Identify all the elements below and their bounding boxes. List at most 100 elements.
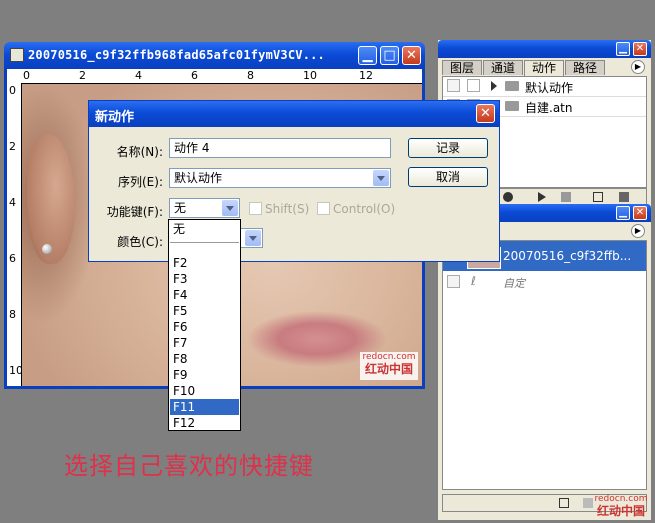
expand-triangle-icon[interactable] — [491, 81, 497, 91]
action-set-label: 默认动作 — [525, 81, 574, 95]
list-item[interactable]: 默认动作 — [443, 77, 646, 97]
vertical-ruler[interactable]: 0 2 4 6 8 10 — [7, 83, 23, 386]
ear-region — [27, 134, 75, 264]
set-select[interactable]: 默认动作 — [169, 168, 391, 188]
minimize-icon: ▁ — [619, 207, 627, 218]
dropdown-option-selected[interactable]: F11 — [170, 399, 239, 415]
panel-close-button[interactable]: ✕ — [633, 206, 647, 220]
dialog-close-button[interactable]: ✕ — [476, 104, 495, 123]
lasso-icon: ℓ — [471, 274, 476, 288]
dropdown-option[interactable]: F2 — [170, 255, 239, 271]
new-action-icon[interactable] — [593, 192, 603, 202]
tab-channels[interactable]: 通道 — [483, 60, 523, 75]
new-set-icon[interactable] — [561, 192, 571, 202]
minimize-button[interactable]: ▁ — [358, 46, 377, 65]
dropdown-option[interactable]: F12 — [170, 415, 239, 431]
tab-actions[interactable]: 动作 — [524, 60, 564, 76]
folder-icon — [505, 81, 519, 91]
dropdown-option[interactable]: F7 — [170, 335, 239, 351]
function-key-select[interactable]: 无 — [169, 198, 240, 218]
chevron-down-icon[interactable] — [222, 200, 238, 216]
document-title: 20070516_c9f32ffb968fad65afc01fymV3CV... — [28, 48, 325, 62]
watermark-name: 红动中国 — [364, 362, 413, 376]
ruler-tick-label: 6 — [191, 69, 198, 82]
panel-tabs: 图层 通道 动作 路径 — [442, 60, 647, 76]
ruler-tick-label: 10 — [9, 364, 23, 377]
dialog-toggle-icon[interactable] — [467, 79, 480, 92]
history-state-row[interactable]: ℓ 自定 — [443, 272, 646, 292]
function-key-label: 功能键(F): — [106, 205, 163, 219]
ruler-tick-label: 2 — [79, 69, 86, 82]
new-document-icon[interactable] — [559, 498, 569, 508]
chevron-down-icon[interactable] — [373, 170, 389, 186]
play-icon[interactable] — [538, 192, 546, 202]
new-action-dialog[interactable]: 新动作 ✕ 名称(N): 动作 4 序列(E): 默认动作 功能键(F): 无 … — [88, 100, 500, 262]
ruler-tick-label: 6 — [9, 252, 16, 265]
instruction-caption: 选择自己喜欢的快捷键 — [64, 452, 314, 480]
history-brush-checkbox[interactable] — [447, 275, 460, 288]
tab-paths[interactable]: 路径 — [565, 60, 605, 75]
dropdown-option[interactable]: F8 — [170, 351, 239, 367]
dialog-titlebar[interactable]: 新动作 ✕ — [89, 101, 499, 127]
name-label: 名称(N): — [116, 145, 163, 159]
action-set-label: 自建.atn — [525, 101, 573, 115]
actions-panel-titlebar[interactable]: ▁ ✕ — [438, 40, 651, 58]
record-button[interactable]: 记录 — [408, 138, 488, 158]
control-checkbox[interactable] — [317, 202, 330, 215]
panel-menu-icon[interactable]: ▶ — [631, 60, 645, 74]
watermark-site: redocn.com — [362, 352, 416, 362]
set-label: 序列(E): — [118, 175, 163, 189]
dropdown-option[interactable]: 无 — [170, 221, 239, 243]
ruler-tick-label: 10 — [303, 69, 317, 82]
watermark-logo: redocn.com 红动中国 — [591, 495, 651, 521]
snapshot-label: 20070516_c9f32ffb... — [503, 249, 632, 263]
folder-icon — [505, 101, 519, 111]
dropdown-option[interactable]: F5 — [170, 303, 239, 319]
horizontal-ruler[interactable]: 0 2 4 6 8 10 12 — [21, 69, 422, 84]
control-label: Control(O) — [333, 202, 396, 216]
color-label: 颜色(C): — [117, 235, 163, 249]
watermark-site: redocn.com — [594, 494, 648, 504]
ruler-tick-label: 0 — [9, 84, 16, 97]
ruler-tick-label: 0 — [23, 69, 30, 82]
document-titlebar[interactable]: 20070516_c9f32ffb968fad65afc01fymV3CV...… — [4, 42, 425, 69]
watermark-name: 红动中国 — [596, 504, 645, 518]
shift-label: Shift(S) — [265, 202, 310, 216]
record-icon[interactable] — [503, 192, 513, 202]
close-button[interactable]: ✕ — [402, 46, 421, 65]
earring — [42, 244, 52, 254]
ruler-tick-label: 2 — [9, 140, 16, 153]
ruler-origin[interactable] — [7, 69, 22, 84]
dropdown-option[interactable]: F6 — [170, 319, 239, 335]
function-key-value: 无 — [174, 201, 187, 215]
shift-checkbox[interactable] — [249, 202, 262, 215]
dropdown-option[interactable]: F10 — [170, 383, 239, 399]
function-key-dropdown[interactable]: 无 F2 F3 F4 F5 F6 F7 F8 F9 F10 F11 F12 — [168, 219, 241, 431]
cancel-button[interactable]: 取消 — [408, 167, 488, 187]
history-list[interactable]: 20070516_c9f32ffb... ℓ 自定 — [442, 240, 647, 490]
panel-minimize-button[interactable]: ▁ — [616, 42, 630, 56]
name-input[interactable]: 动作 4 — [169, 138, 391, 158]
panel-menu-icon[interactable]: ▶ — [631, 224, 645, 238]
close-icon: ✕ — [406, 48, 417, 63]
maximize-button[interactable]: □ — [380, 46, 399, 65]
ruler-tick-label: 4 — [135, 69, 142, 82]
minimize-icon: ▁ — [619, 43, 627, 54]
trash-icon[interactable] — [619, 192, 629, 202]
maximize-icon: □ — [383, 48, 396, 63]
dropdown-option[interactable]: F3 — [170, 271, 239, 287]
panel-close-button[interactable]: ✕ — [633, 42, 647, 56]
chevron-down-icon[interactable] — [245, 230, 261, 246]
dropdown-option[interactable]: F4 — [170, 287, 239, 303]
close-icon: ✕ — [480, 106, 491, 121]
ruler-tick-label: 4 — [9, 196, 16, 209]
ruler-tick-label: 8 — [9, 308, 16, 321]
set-select-value: 默认动作 — [174, 171, 223, 185]
dropdown-option[interactable]: F9 — [170, 367, 239, 383]
ruler-tick-label: 8 — [247, 69, 254, 82]
panel-minimize-button[interactable]: ▁ — [616, 206, 630, 220]
toggle-checkbox[interactable] — [447, 79, 460, 92]
tab-layers[interactable]: 图层 — [442, 60, 482, 75]
dialog-title: 新动作 — [95, 110, 135, 125]
ruler-tick-label: 12 — [359, 69, 373, 82]
